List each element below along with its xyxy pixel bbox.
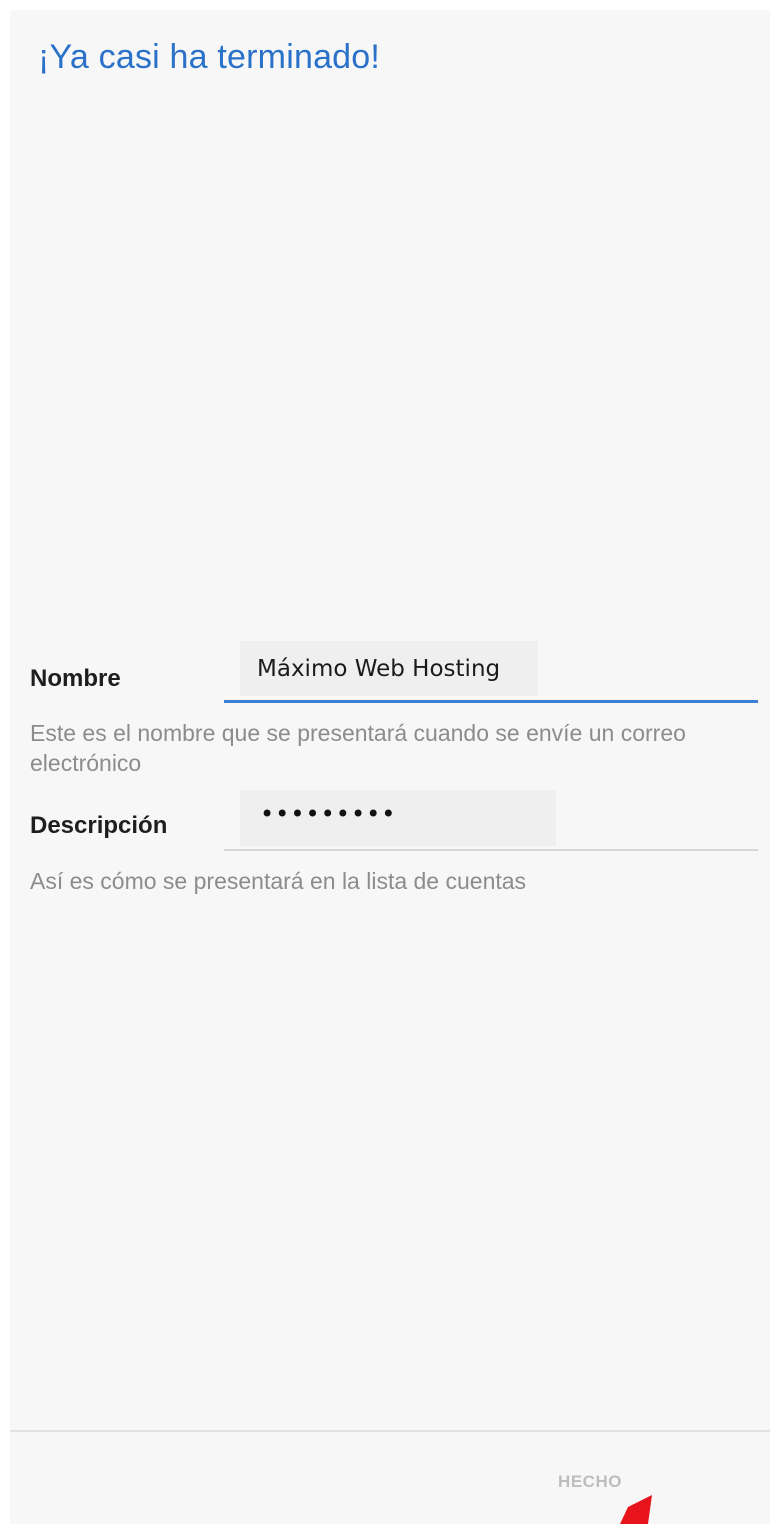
annotation-arrow-head — [620, 1495, 652, 1524]
footer-divider — [10, 1430, 770, 1432]
name-help-text: Este es el nombre que se presentará cuan… — [30, 720, 686, 776]
name-label: Nombre — [30, 665, 121, 692]
name-input[interactable]: Máximo Web Hosting — [224, 640, 758, 703]
description-input-value: ••••••••• — [260, 800, 397, 828]
description-input[interactable]: ••••••••• — [224, 788, 758, 851]
description-label: Descripción — [30, 812, 168, 839]
page-title: ¡Ya casi ha terminado! — [38, 38, 381, 76]
annotation-arrow-icon — [620, 1495, 652, 1524]
description-help-text: Así es cómo se presentará en la lista de… — [30, 868, 527, 894]
name-input-value: Máximo Web Hosting — [257, 656, 501, 682]
setup-screen: ¡Ya casi ha terminado! Nombre Máximo Web… — [10, 10, 770, 1524]
